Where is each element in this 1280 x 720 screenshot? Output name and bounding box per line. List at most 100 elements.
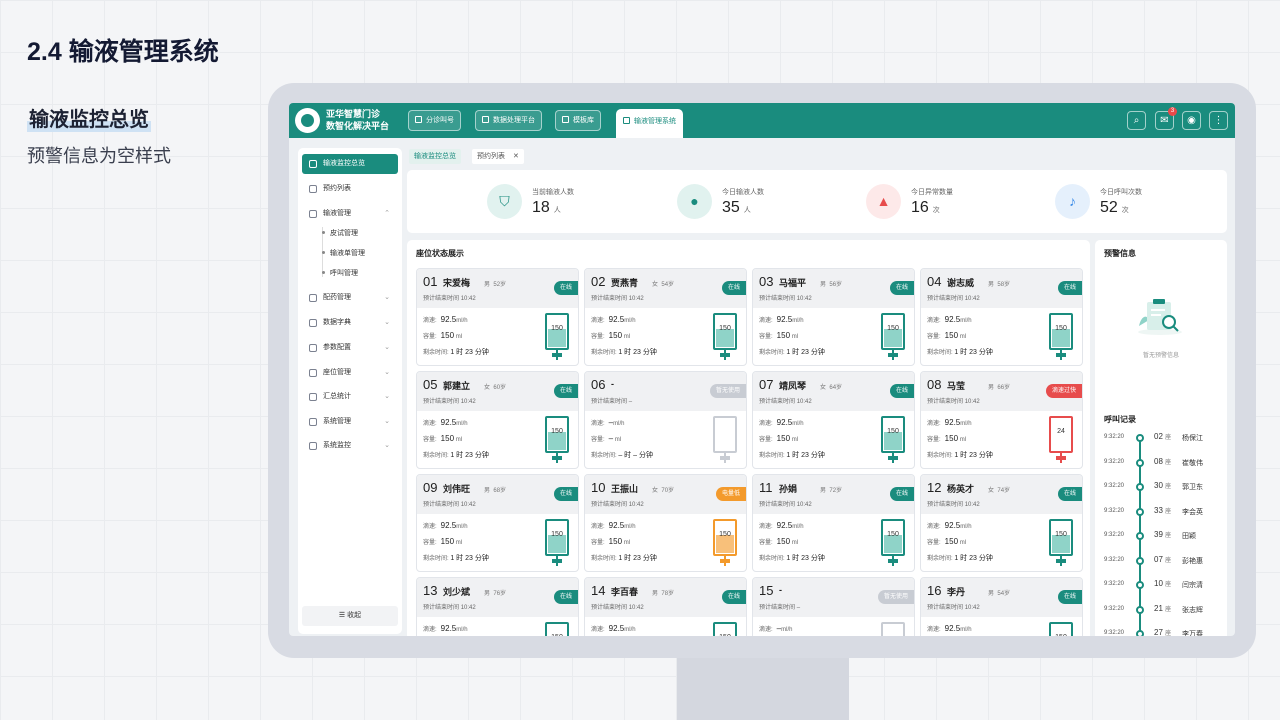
call-seat: 08 座 xyxy=(1154,456,1172,466)
sidebar-sub-skin-test[interactable]: 皮试管理 xyxy=(322,228,358,240)
seat-card[interactable]: 16李丹男 54岁预计结束时间 10:42在线滴速:92.5ml/h容量:150… xyxy=(920,577,1083,636)
slide-subtitle: 输液监控总览 xyxy=(27,103,151,132)
sidebar-item-infusion[interactable]: 输液管理 ⌃ xyxy=(302,204,398,224)
sidebar-item-parameters[interactable]: 参数配置 ⌄ xyxy=(302,338,398,358)
more-button[interactable]: ⋮ xyxy=(1209,111,1228,130)
seat-card[interactable]: 05 郭建立 女 60岁 预计结束时间 10:42 在线 滴速: 92.5ml/h 容量: 15… xyxy=(416,371,579,469)
chevron-down-icon: ⌄ xyxy=(384,393,390,400)
seat-card[interactable]: 15- 预计结束时间 –暂无使用滴速:–ml/h容量:– ml剩余时间: – 时… xyxy=(752,577,915,636)
patient-name: 宋爱梅 xyxy=(443,278,471,288)
call-record[interactable]: 9:32:20 08 座 崔敬伟 xyxy=(1095,457,1227,469)
remain-row: 剩余时间: 1 时 23 分钟 xyxy=(423,555,489,562)
template-icon xyxy=(562,116,569,123)
call-record[interactable]: 9:32:20 33 座 李会英 xyxy=(1095,506,1227,518)
sidebar-item-appointments[interactable]: 预约列表 xyxy=(302,179,398,199)
top-bar: 亚华智慧门诊 数智化解决平台 分诊叫号 数据处理平台 模板库 输液管理系统 ⌕ … xyxy=(289,103,1235,138)
chevron-up-icon: ⌃ xyxy=(384,210,390,217)
remain-row: 剩余时间: – 时 – 分钟 xyxy=(591,452,653,459)
tab-template-library[interactable]: 模板库 xyxy=(555,110,601,131)
bag-value: 150 xyxy=(547,634,567,636)
sidebar-item-statistics[interactable]: 汇总统计 ⌄ xyxy=(302,387,398,407)
tab-overview[interactable]: 输液监控总览 xyxy=(409,149,461,164)
call-record[interactable]: 9:32:20 39 座 田颖 xyxy=(1095,530,1227,542)
stat-label: 今日异常数量 xyxy=(911,189,953,196)
seat-icon xyxy=(309,369,317,377)
remain-row: 剩余时间: 1 时 23 分钟 xyxy=(423,349,489,356)
patient-info: 男 54岁 xyxy=(988,591,1011,597)
seat-card[interactable]: 02 贾燕青 女 54岁 预计结束时间 10:42 在线 滴速: 92.5ml/h 容量: 15… xyxy=(584,268,747,366)
seat-card[interactable]: 07 靖凤琴 女 64岁 预计结束时间 10:42 在线 滴速: 92.5ml/h 容量: 15… xyxy=(752,371,915,469)
call-time: 9:32:20 xyxy=(1104,556,1125,563)
call-record[interactable]: 9:32:20 30 座 郭卫东 xyxy=(1095,481,1227,493)
seat-card[interactable]: 14李百春男 78岁预计结束时间 10:42在线滴速:92.5ml/h容量:15… xyxy=(584,577,747,636)
seat-card[interactable]: 12 杨英才 女 74岁 预计结束时间 10:42 在线 滴速: 92.5ml/h 容量: 15… xyxy=(920,474,1083,572)
calls-title: 呼叫记录 xyxy=(1104,415,1136,424)
seat-card[interactable]: 10 王振山 女 70岁 预计结束时间 10:42 电量低 滴速: 92.5ml/h 容量: 1… xyxy=(584,474,747,572)
tab-triage[interactable]: 分诊叫号 xyxy=(408,110,461,131)
end-time: 预计结束时间 10:42 xyxy=(423,399,476,405)
right-panel: 预警信息 暂无预警信息 呼叫记录 9:32:20 02 座 杨保江 9:32:20 08… xyxy=(1095,240,1227,636)
seat-header: 09 刘伟旺 男 68岁 预计结束时间 10:42 在线 xyxy=(417,475,578,514)
sidebar-item-system[interactable]: 系统管理 ⌄ xyxy=(302,412,398,432)
seat-card[interactable]: 04 谢志威 男 58岁 预计结束时间 10:42 在线 滴速: 92.5ml/h 容量: 15… xyxy=(920,268,1083,366)
seat-card[interactable]: 11 孙娟 男 72岁 预计结束时间 10:42 在线 滴速: 92.5ml/h 容量: 150… xyxy=(752,474,915,572)
tab-infusion-system[interactable]: 输液管理系统 xyxy=(616,109,683,138)
call-record[interactable]: 9:32:20 10 座 闫宗清 xyxy=(1095,579,1227,591)
speed-row: 滴速: –ml/h xyxy=(591,418,625,427)
stat-label: 今日输液人数 xyxy=(722,189,764,196)
bag-value: 150 xyxy=(551,428,563,435)
sidebar-item-dispensing[interactable]: 配药管理 ⌄ xyxy=(302,288,398,308)
seat-card[interactable]: 03 马福平 男 56岁 预计结束时间 10:42 在线 滴速: 92.5ml/h 容量: 15… xyxy=(752,268,915,366)
status-badge: 在线 xyxy=(889,487,914,501)
end-time: 预计结束时间 10:42 xyxy=(927,296,980,302)
call-record[interactable]: 9:32:20 27 座 李万春 xyxy=(1095,628,1227,636)
call-record[interactable]: 9:32:20 02 座 杨保江 xyxy=(1095,432,1227,444)
seat-number: 04 xyxy=(927,274,942,289)
call-seat: 07 座 xyxy=(1154,554,1172,564)
tab-label: 模板库 xyxy=(573,117,594,124)
search-button[interactable]: ⌕ xyxy=(1127,111,1146,130)
remain-row: 剩余时间: 1 时 23 分钟 xyxy=(759,555,825,562)
remain-row: 剩余时间: 1 时 23 分钟 xyxy=(927,452,993,459)
seat-card[interactable]: 09 刘伟旺 男 68岁 预计结束时间 10:42 在线 滴速: 92.5ml/h 容量: 15… xyxy=(416,474,579,572)
sidebar-sub-infusion-orders[interactable]: 输液单管理 xyxy=(322,248,365,260)
iv-bag-icon: 150 xyxy=(881,313,905,360)
seat-card[interactable]: 06- 预计结束时间 – 暂无使用 滴速: –ml/h 容量: – ml 剩余时间: – 时… xyxy=(584,371,747,469)
close-icon[interactable]: ✕ xyxy=(513,153,519,160)
capacity-row: 容量: 150 ml xyxy=(423,331,463,340)
seat-header: 07 靖凤琴 女 64岁 预计结束时间 10:42 在线 xyxy=(753,372,914,411)
timeline-dot xyxy=(1136,483,1144,491)
patient-info: 女 54岁 xyxy=(652,282,675,288)
status-badge: 在线 xyxy=(553,384,578,398)
sidebar-item-overview[interactable]: 输液监控总览 xyxy=(302,154,398,174)
brand-line1: 亚华智慧门诊 xyxy=(326,109,381,119)
speed-row: 滴速: 92.5ml/h xyxy=(927,418,972,427)
brand-line2: 数智化解决平台 xyxy=(326,121,390,131)
tab-data-platform[interactable]: 数据处理平台 xyxy=(475,110,542,131)
sidebar-item-monitoring[interactable]: 系统监控 ⌄ xyxy=(302,436,398,456)
sidebar-item-seats[interactable]: 座位管理 ⌄ xyxy=(302,363,398,383)
call-record[interactable]: 9:32:20 21 座 张志辉 xyxy=(1095,604,1227,616)
empty-alert-text: 暂无预警信息 xyxy=(1142,353,1179,359)
seat-card[interactable]: 08 马莹 男 66岁 预计结束时间 10:42 滴速过快 滴速: 92.5ml/h 容量: 1… xyxy=(920,371,1083,469)
call-seat: 21 座 xyxy=(1154,603,1172,613)
monitor-frame: 亚华智慧门诊 数智化解决平台 分诊叫号 数据处理平台 模板库 输液管理系统 ⌕ … xyxy=(268,83,1256,658)
end-time: 预计结束时间 10:42 xyxy=(423,502,476,508)
mail-button[interactable]: ✉ 3 xyxy=(1155,107,1177,130)
status-badge: 暂无使用 xyxy=(877,590,914,604)
sidebar-item-dictionary[interactable]: 数据字典 ⌄ xyxy=(302,313,398,333)
sidebar-sub-call-management[interactable]: 呼叫管理 xyxy=(322,268,358,280)
seat-card[interactable]: 01 宋爱梅 男 52岁 预计结束时间 10:42 在线 滴速: 92.5ml/h 容量: 15… xyxy=(416,268,579,366)
end-time: 预计结束时间 – xyxy=(591,399,633,405)
tab-appointments[interactable]: 预约列表 ✕ xyxy=(472,149,524,164)
patient-info: 男 58岁 xyxy=(988,282,1011,288)
user-button[interactable]: ◉ xyxy=(1182,111,1201,130)
patient-name: 孙娟 xyxy=(779,484,798,494)
seat-number: 15 xyxy=(759,583,774,598)
sidebar-item-label: 汇总统计 xyxy=(323,393,351,400)
speed-row: 滴速: 92.5ml/h xyxy=(423,315,468,324)
collapse-button[interactable]: ☰ 收起 xyxy=(302,606,398,626)
speed-row: 滴速: 92.5ml/h xyxy=(591,521,636,530)
seat-card[interactable]: 13刘少斌男 76岁预计结束时间 10:42在线滴速:92.5ml/h容量:15… xyxy=(416,577,579,636)
call-record[interactable]: 9:32:20 07 座 彭艳惠 xyxy=(1095,555,1227,567)
